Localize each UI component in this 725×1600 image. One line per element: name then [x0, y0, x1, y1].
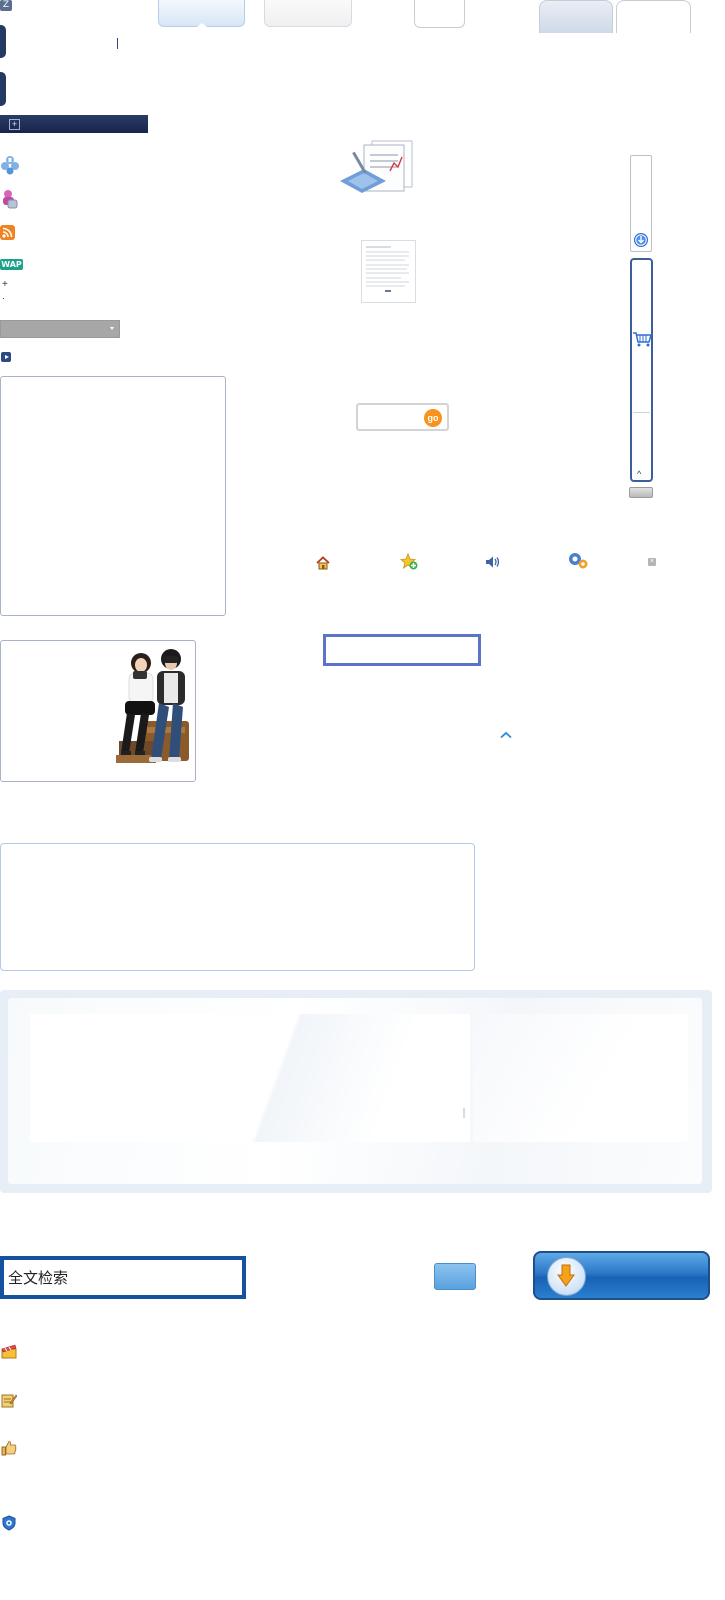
download-button[interactable]	[533, 1251, 710, 1300]
scroll-panel-top[interactable]	[630, 155, 652, 252]
site-logo[interactable]: Z	[0, 0, 12, 11]
quick-search-box[interactable]: go	[356, 403, 449, 431]
large-pane-left	[30, 1014, 470, 1142]
download-arrow-icon	[547, 1257, 586, 1296]
large-pane-right	[473, 1014, 688, 1142]
wap-icon[interactable]: WAP	[0, 259, 23, 270]
small-dot-icon: ·	[2, 293, 5, 303]
scroll-small-button[interactable]	[629, 487, 653, 498]
play-icon[interactable]	[1, 352, 11, 362]
tab-right[interactable]	[616, 0, 691, 33]
small-plus-icon: +	[2, 279, 8, 290]
left-content-panel	[0, 376, 226, 616]
clapperboard-icon[interactable]	[1, 1343, 17, 1359]
add-favorite-icon[interactable]	[400, 552, 418, 571]
home-icon[interactable]	[315, 555, 333, 573]
promo-photo-panel[interactable]	[0, 640, 196, 782]
scroll-panel-cart[interactable]: ^	[630, 258, 653, 482]
shopping-cart-icon[interactable]	[632, 330, 652, 348]
chevron-up-icon[interactable]	[500, 728, 512, 739]
nav-header-bar[interactable]: +	[0, 115, 148, 133]
center-input[interactable]	[323, 634, 481, 666]
tab-right-active[interactable]	[539, 0, 613, 33]
shield-icon[interactable]	[1, 1515, 17, 1531]
tab-small[interactable]	[414, 0, 465, 28]
document-thumbnail[interactable]	[361, 240, 416, 303]
chevron-up-icon[interactable]: ^	[637, 470, 641, 479]
rss-icon[interactable]	[0, 225, 15, 240]
volume-icon[interactable]	[485, 555, 503, 573]
settings-icon[interactable]	[567, 551, 589, 571]
close-icon[interactable]: ×	[648, 558, 656, 566]
search-button[interactable]	[434, 1263, 476, 1290]
chevron-down-icon	[110, 327, 114, 330]
large-content-inner	[8, 998, 702, 1184]
large-content-frame	[0, 990, 712, 1193]
user-group-icon[interactable]	[0, 189, 20, 209]
side-handle-top[interactable]	[0, 25, 6, 58]
gamepad-icon[interactable]	[0, 155, 20, 175]
couple-photo	[116, 649, 189, 763]
download-circle-icon[interactable]	[633, 232, 649, 248]
document-puzzle-image[interactable]	[334, 137, 426, 197]
go-button[interactable]: go	[424, 409, 442, 427]
fulltext-search-input[interactable]	[0, 1256, 246, 1299]
category-select[interactable]	[0, 320, 120, 338]
thumbs-up-icon[interactable]	[1, 1440, 17, 1456]
side-handle-bottom[interactable]	[0, 72, 6, 106]
scroll-divider	[633, 412, 650, 413]
tab-primary[interactable]	[158, 0, 245, 27]
note-edit-icon[interactable]	[1, 1392, 18, 1408]
text-caret	[117, 38, 118, 49]
tab-secondary[interactable]	[264, 0, 352, 27]
pane-divider	[463, 1108, 465, 1118]
expand-icon[interactable]: +	[9, 119, 20, 130]
middle-content-panel	[0, 843, 475, 971]
